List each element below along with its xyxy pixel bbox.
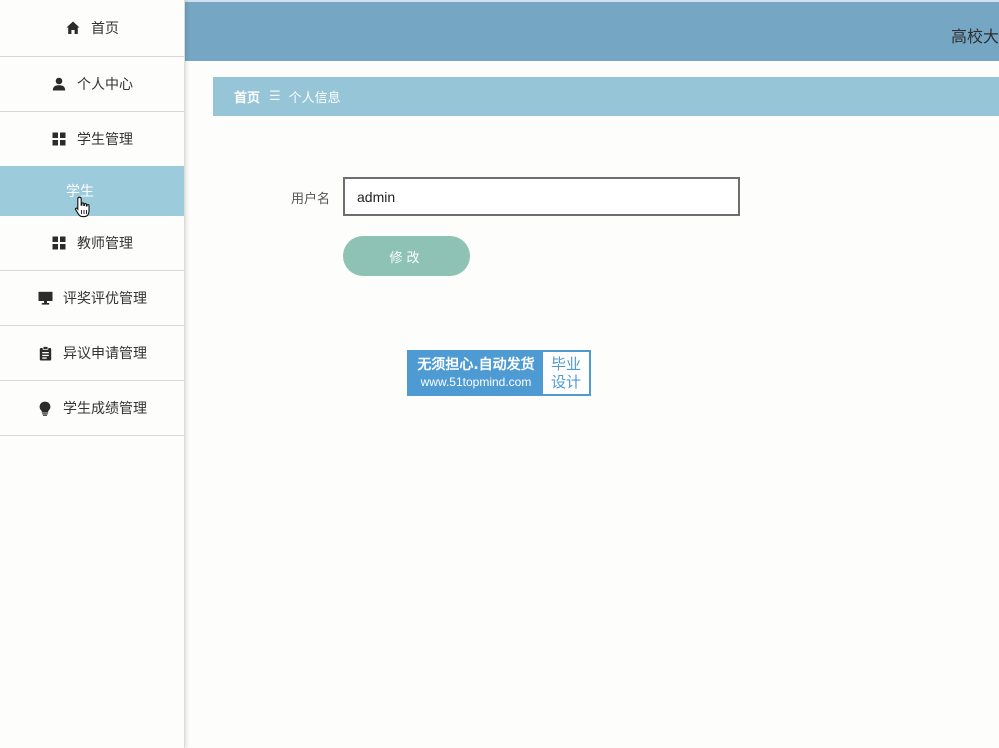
watermark-right: 毕业 设计 — [543, 352, 589, 394]
sidebar-item-label: 个人中心 — [77, 77, 133, 93]
sidebar-item-label: 首页 — [91, 21, 119, 37]
top-header: 高校大 — [184, 0, 999, 61]
sidebar-item-label: 评奖评优管理 — [63, 291, 147, 307]
site-title: 高校大 — [951, 27, 999, 46]
hand-cursor-icon — [74, 196, 92, 218]
sidebar-item-home[interactable]: 首页 — [0, 0, 184, 57]
sidebar-item-label: 学生成绩管理 — [63, 401, 147, 417]
page: 首页 个人中心 学生管理 学生 教师管理 评奖评优管理 异议申请管理 学生成绩管… — [0, 0, 999, 748]
sidebar-item-label: 异议申请管理 — [63, 346, 147, 362]
watermark-right-line2: 设计 — [550, 373, 581, 391]
sidebar-item-award-management[interactable]: 评奖评优管理 — [0, 271, 184, 326]
sidebar-item-objection-management[interactable]: 异议申请管理 — [0, 326, 184, 381]
username-input[interactable] — [343, 177, 740, 216]
sidebar: 首页 个人中心 学生管理 学生 教师管理 评奖评优管理 异议申请管理 学生成绩管… — [0, 0, 185, 748]
sidebar-item-profile[interactable]: 个人中心 — [0, 57, 184, 112]
sidebar-item-student-management[interactable]: 学生管理 — [0, 112, 184, 167]
modify-button[interactable]: 修改 — [343, 236, 470, 276]
breadcrumb-separator-icon: ☰ — [269, 89, 281, 104]
sidebar-item-grade-management[interactable]: 学生成绩管理 — [0, 381, 184, 436]
watermark-url: www.51topmind.com — [420, 375, 532, 389]
clipboard-icon — [37, 345, 53, 361]
breadcrumb: 首页 ☰ 个人信息 — [213, 77, 999, 116]
sidebar-item-label: 教师管理 — [77, 236, 133, 252]
bulb-icon — [37, 400, 53, 416]
breadcrumb-current: 个人信息 — [288, 91, 341, 106]
monitor-icon — [37, 290, 53, 306]
watermark-left: 无须担心.自动发货 www.51topmind.com — [409, 352, 543, 394]
username-label: 用户名 — [291, 192, 331, 207]
sidebar-item-label: 学生管理 — [77, 132, 133, 148]
watermark-slogan: 无须担心.自动发货 — [417, 357, 535, 373]
home-icon — [65, 20, 81, 36]
grid-icon — [51, 131, 67, 147]
sidebar-item-teacher-management[interactable]: 教师管理 — [0, 216, 184, 271]
watermark-right-line1: 毕业 — [550, 355, 581, 373]
sidebar-subitem-student[interactable]: 学生 — [0, 166, 184, 218]
person-icon — [51, 76, 67, 92]
grid-icon — [51, 235, 67, 251]
breadcrumb-home-link[interactable]: 首页 — [234, 87, 260, 106]
watermark-banner: 无须担心.自动发货 www.51topmind.com 毕业 设计 — [407, 350, 591, 396]
